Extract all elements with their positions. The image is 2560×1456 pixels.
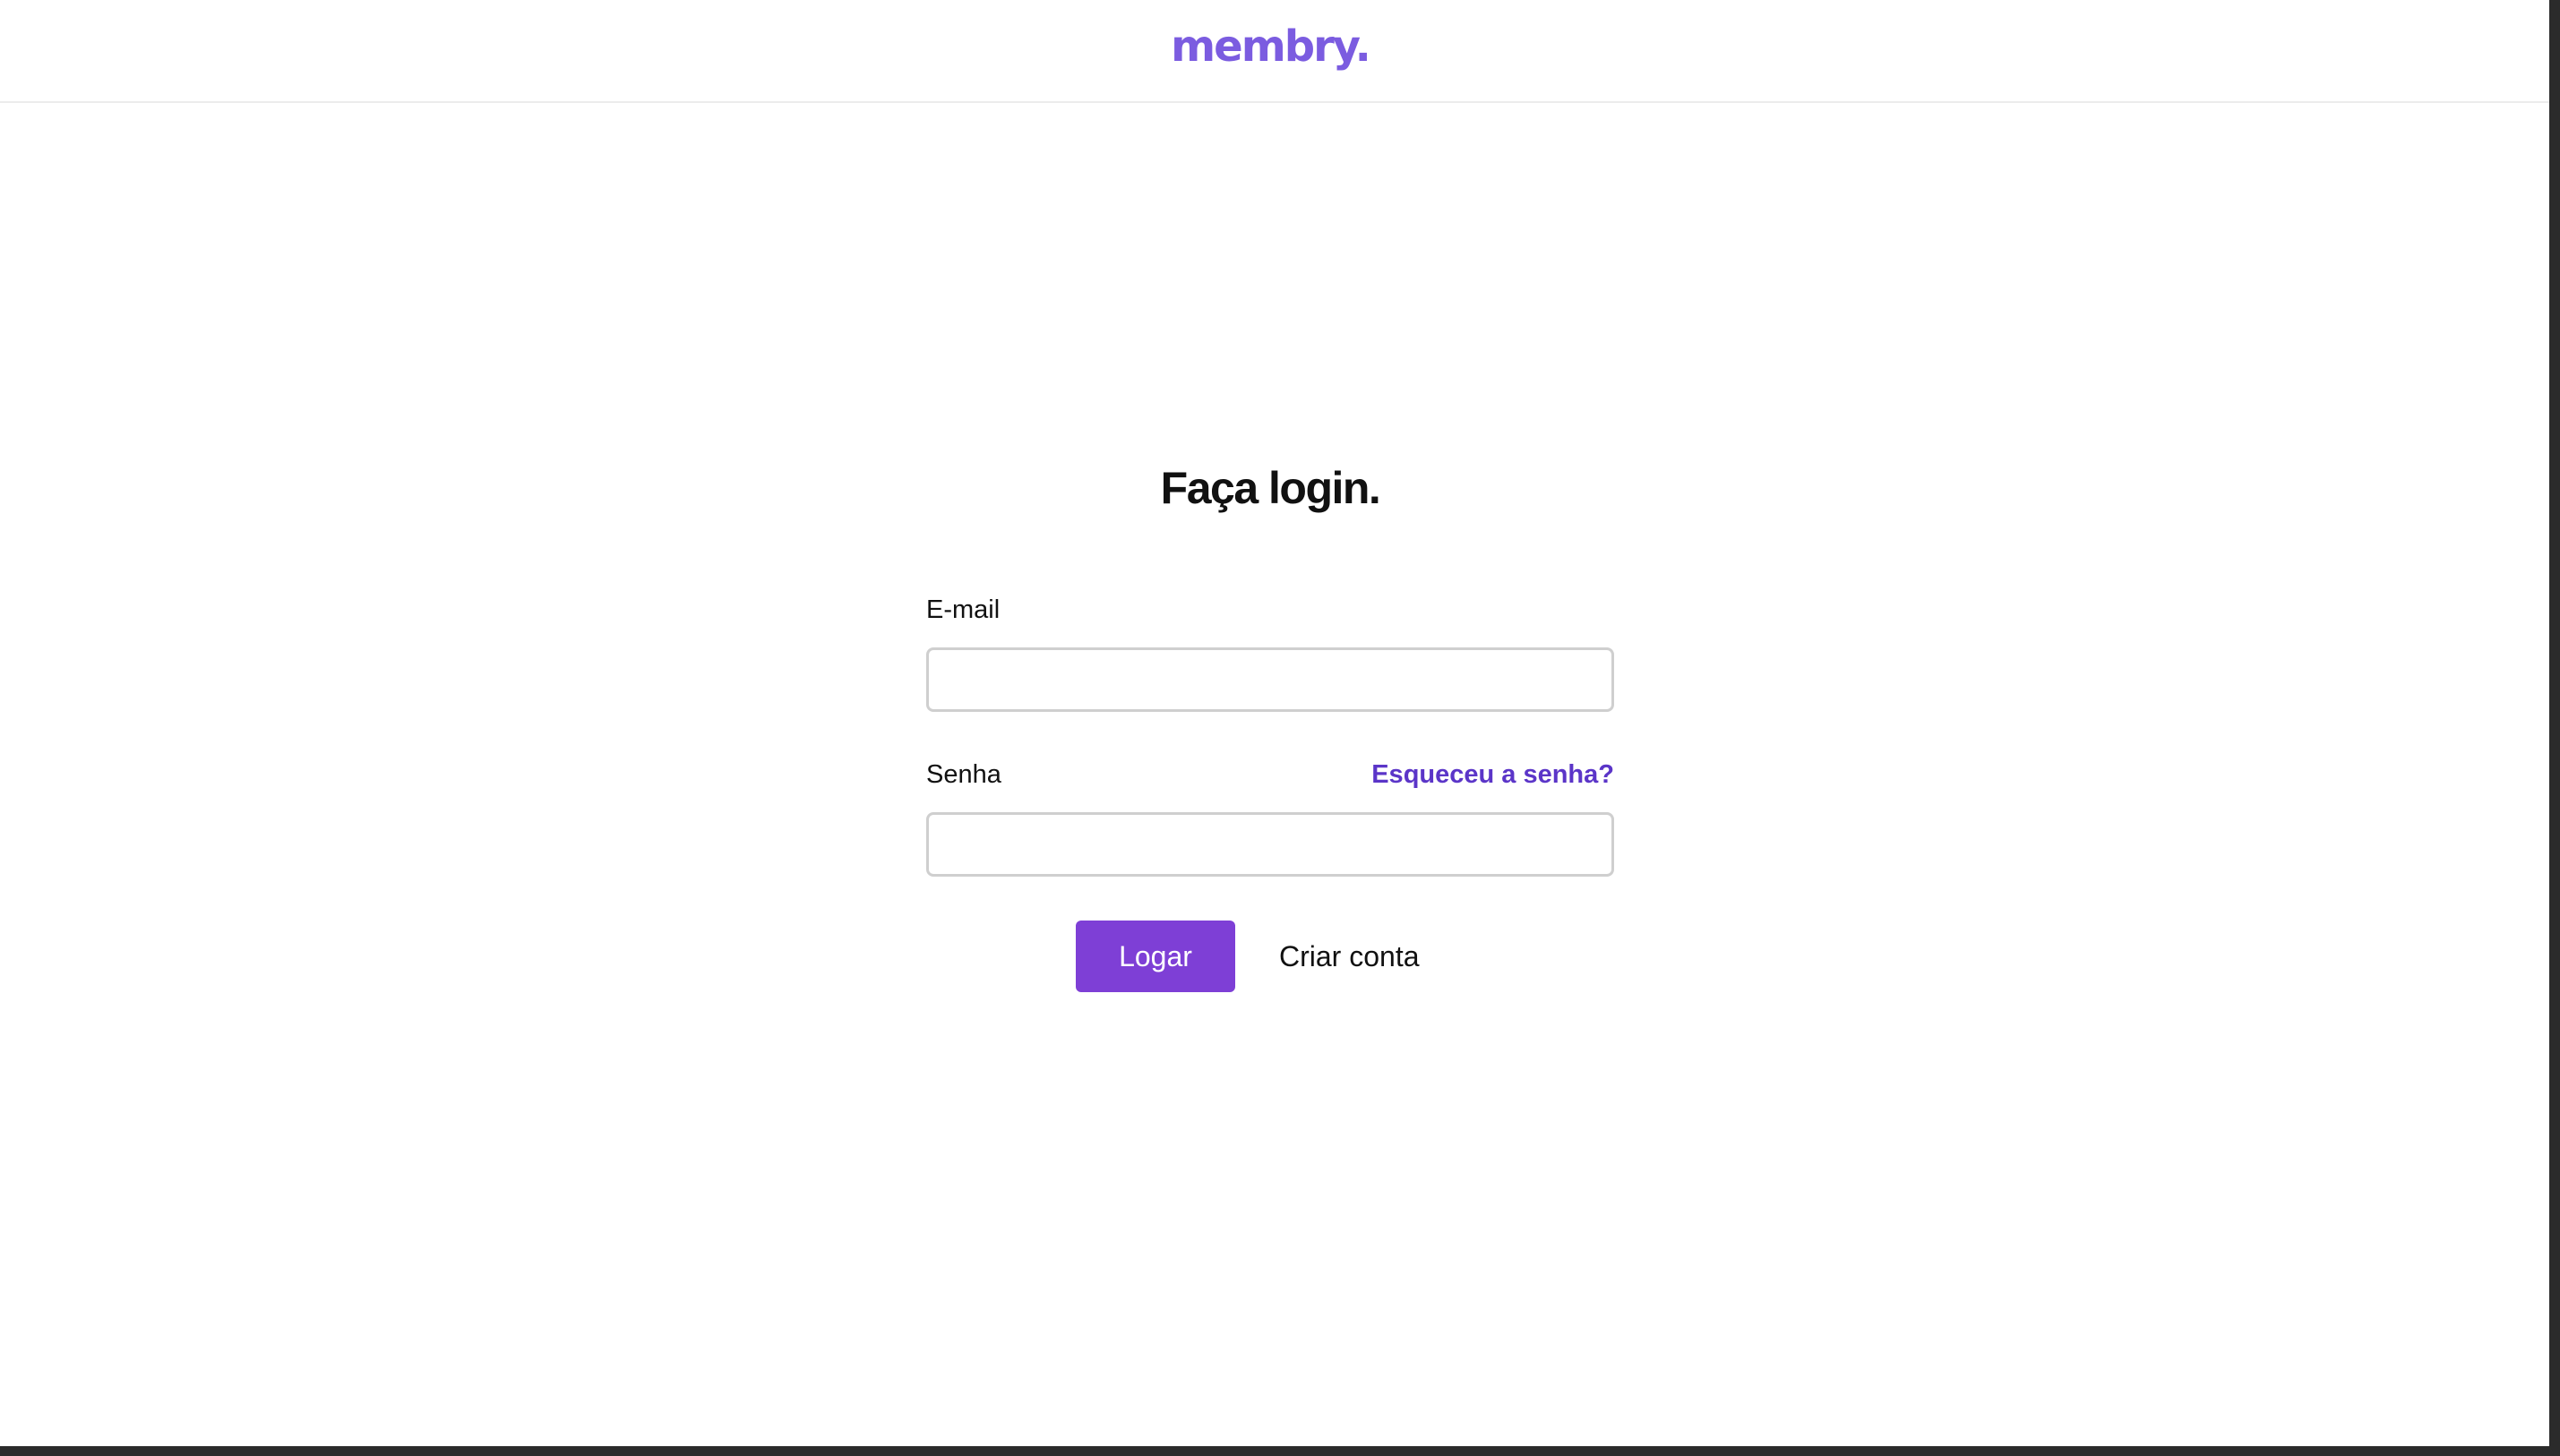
password-label-row: Senha Esqueceu a senha? — [926, 753, 1614, 796]
page-title: Faça login. — [1160, 463, 1381, 513]
create-account-button[interactable]: Criar conta — [1279, 921, 1420, 992]
email-label-row: E-mail — [926, 588, 1614, 631]
membry-logo[interactable]: membry. — [0, 18, 2540, 75]
login-form: Faça login. E-mail Senha Esqueceu a senh… — [926, 448, 1614, 992]
email-field[interactable] — [926, 647, 1614, 712]
password-label: Senha — [926, 759, 1001, 789]
top-bar: membry. — [0, 0, 2549, 103]
login-page: membry. Faça login. E-mail Senha Esquece… — [0, 0, 2549, 1446]
password-field[interactable] — [926, 812, 1614, 877]
login-button[interactable]: Logar — [1076, 921, 1235, 992]
forgot-password-link[interactable]: Esqueceu a senha? — [1371, 760, 1614, 790]
email-label: E-mail — [926, 595, 1001, 624]
form-actions: Logar Criar conta — [926, 921, 1614, 992]
